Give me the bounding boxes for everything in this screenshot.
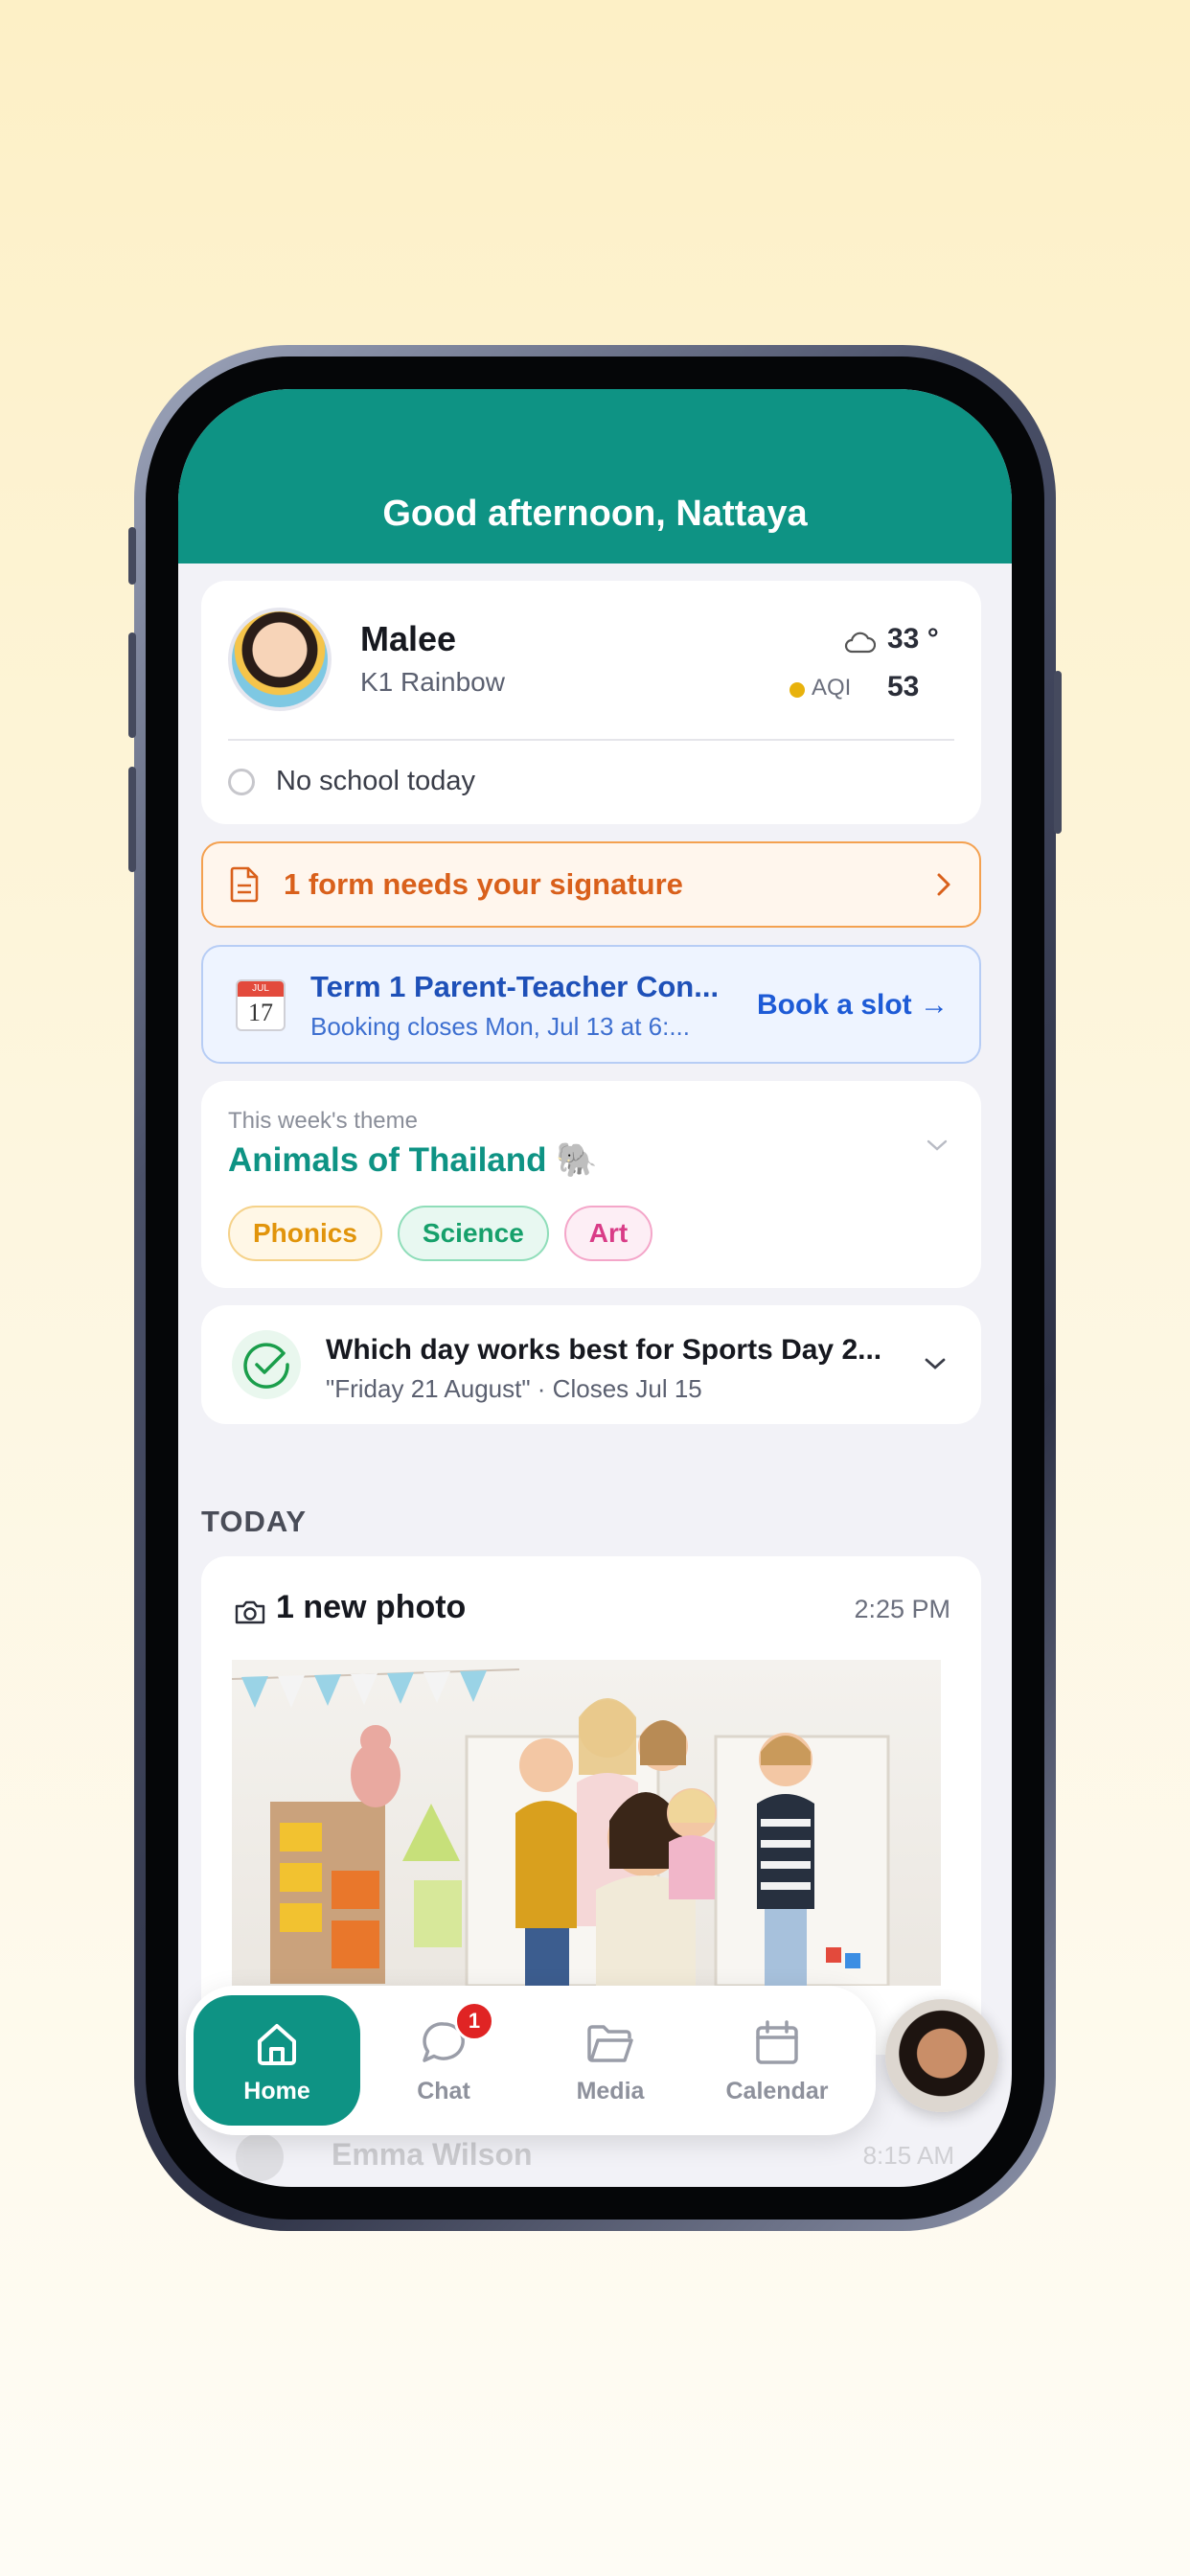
- side-button-volume-up: [128, 632, 136, 738]
- section-title-today: TODAY: [201, 1505, 308, 1538]
- tab-label: Chat: [417, 2077, 470, 2104]
- tag-phonics[interactable]: Phonics: [228, 1206, 382, 1261]
- side-button-silent: [128, 527, 136, 585]
- camera-icon: [235, 1600, 265, 1624]
- chevron-right-icon: [937, 873, 950, 896]
- side-button-power: [1054, 671, 1062, 834]
- calendar-icon: [756, 2019, 798, 2064]
- aqi-indicator: [790, 682, 805, 698]
- classroom-photo-illustration: [232, 1668, 890, 1986]
- home-icon: [258, 2023, 296, 2065]
- theme-title: Animals of Thailand 🐘: [228, 1141, 598, 1179]
- tab-label: Media: [576, 2077, 645, 2104]
- chevron-down-icon[interactable]: [926, 1138, 949, 1152]
- tag-art[interactable]: Art: [563, 1206, 653, 1261]
- weekly-theme-card[interactable]: This week's theme Animals of Thailand 🐘 …: [201, 1081, 981, 1288]
- app-screen: Good afternoon, Nattaya Malee K1 Rainbow…: [178, 389, 1012, 2187]
- photo-post-title: 1 new photo: [276, 1589, 467, 1625]
- poll-card[interactable]: Which day works best for Sports Day 2...…: [201, 1305, 981, 1424]
- form-signature-banner[interactable]: 1 form needs your signature: [201, 841, 981, 928]
- child-name: Malee: [360, 619, 457, 658]
- tab-media[interactable]: Media: [527, 1995, 694, 2126]
- tab-home[interactable]: Home: [194, 1995, 360, 2126]
- classroom-photo[interactable]: [232, 1660, 941, 1986]
- document-icon: [230, 866, 259, 903]
- greeting-text: Good afternoon, Nattaya: [382, 494, 808, 534]
- child-avatar[interactable]: [228, 608, 332, 711]
- tab-label: Home: [243, 2077, 310, 2104]
- school-status: No school today: [276, 766, 475, 796]
- tag-science[interactable]: Science: [397, 1206, 549, 1261]
- tab-label: Calendar: [725, 2077, 829, 2104]
- temperature: 33 °: [887, 623, 939, 655]
- chevron-down-icon[interactable]: [924, 1357, 947, 1370]
- tab-calendar[interactable]: Calendar: [694, 1995, 860, 2126]
- booking-title: Term 1 Parent-Teacher Con...: [310, 970, 720, 1003]
- poll-question: Which day works best for Sports Day 2...: [326, 1334, 882, 1366]
- unread-badge: 1: [454, 2001, 494, 2041]
- post-time: 8:15 AM: [862, 2141, 954, 2170]
- cloud-icon: [844, 632, 876, 654]
- calendar-emoji-icon: JUL 17: [236, 979, 286, 1031]
- app-header: Good afternoon, Nattaya: [178, 389, 1012, 564]
- photo-post-time: 2:25 PM: [854, 1595, 950, 1623]
- child-card[interactable]: Malee K1 Rainbow 33 ° AQI 53 No school t…: [201, 581, 981, 824]
- side-button-volume-down: [128, 767, 136, 872]
- poll-subtitle: "Friday 21 August" · Closes Jul 15: [326, 1374, 702, 1403]
- parent-teacher-booking-banner[interactable]: JUL 17 Term 1 Parent-Teacher Con... Book…: [201, 945, 981, 1064]
- folder-icon: [587, 2024, 633, 2062]
- avatar: [236, 2133, 284, 2181]
- aqi-label: AQI: [812, 675, 852, 701]
- status-radio: [228, 769, 255, 795]
- photo-post-card[interactable]: 1 new photo 2:25 PM: [201, 1556, 981, 2055]
- phone-frame: Good afternoon, Nattaya Malee K1 Rainbow…: [128, 345, 1062, 2231]
- booking-subtitle: Booking closes Mon, Jul 13 at 6:...: [310, 1012, 690, 1041]
- post-author: Emma Wilson: [332, 2137, 533, 2172]
- book-slot-button[interactable]: Book a slot →: [757, 989, 949, 1022]
- form-banner-text: 1 form needs your signature: [284, 867, 683, 901]
- bezel: Good afternoon, Nattaya Malee K1 Rainbow…: [146, 356, 1044, 2220]
- theme-tags: Phonics Science Art: [228, 1206, 653, 1261]
- feed-item-emma-wilson[interactable]: Emma Wilson 8:15 AM: [236, 2133, 954, 2181]
- check-circle-icon: [232, 1330, 301, 1399]
- theme-label: This week's theme: [228, 1108, 418, 1134]
- tab-chat[interactable]: 1 Chat: [360, 1995, 527, 2126]
- profile-avatar[interactable]: [885, 1999, 998, 2112]
- aqi-value: 53: [887, 671, 920, 702]
- bottom-tab-bar: Home 1 Chat Media Calendar: [186, 1986, 876, 2135]
- divider: [228, 739, 954, 741]
- child-class: K1 Rainbow: [360, 667, 505, 697]
